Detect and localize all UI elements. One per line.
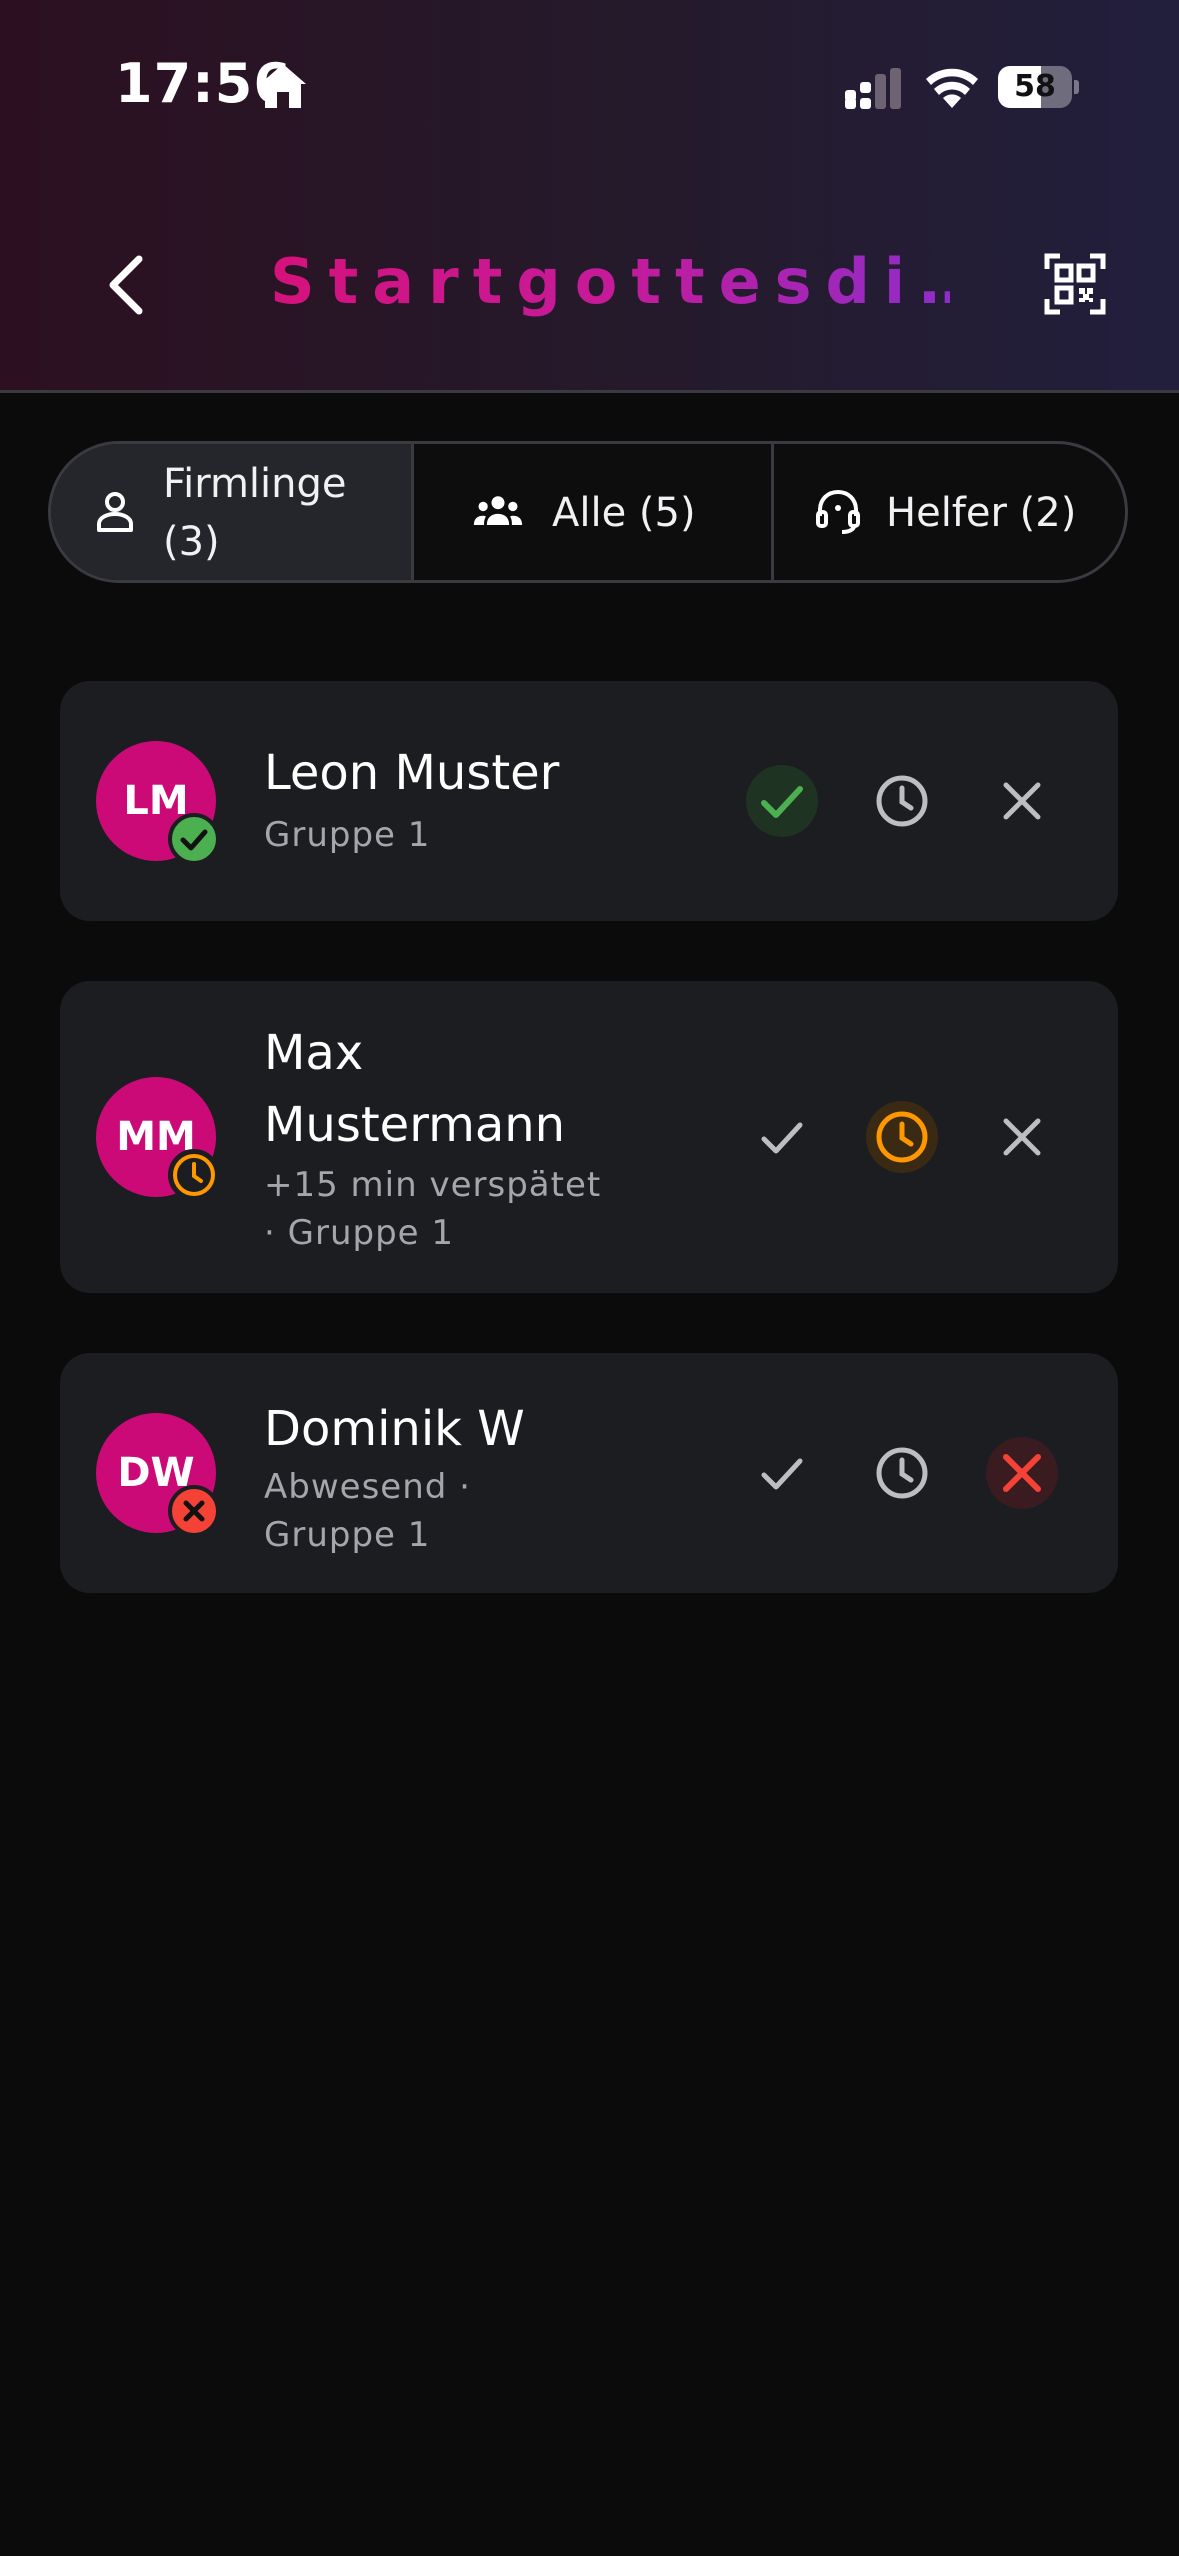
battery-body: 58 [998,66,1072,108]
mark-absent-button[interactable] [986,1437,1058,1509]
home-icon [260,64,306,108]
segmented-filter: Firmlinge (3) Alle (5) Helfer (2) [48,441,1128,583]
mark-present-button[interactable] [746,1101,818,1173]
check-icon [761,786,803,818]
chevron-left-icon [109,255,143,315]
tab-alle[interactable]: Alle (5) [411,444,771,580]
participant-name-first: Max [264,1025,364,1081]
battery-percent: 58 [1014,69,1056,104]
participant-name-last: Mustermann [264,1097,566,1153]
check-icon [761,1458,803,1490]
clock-icon [876,1111,928,1163]
tab-firmlinge[interactable]: Firmlinge (3) [51,444,411,580]
participant-group: Gruppe 1 [264,1515,431,1555]
participant-group: Gruppe 1 [264,815,431,855]
clock-icon [173,1154,215,1196]
person-icon [97,492,133,532]
participant-name: Leon Muster [264,745,560,801]
page-title: Startgottesdi… [270,245,996,318]
close-icon [1003,782,1041,820]
mark-late-button[interactable] [866,765,938,837]
battery-indicator: 58 [998,66,1079,108]
tab-firmlinge-label-2: (3) [163,519,220,565]
tab-firmlinge-label-1: Firmlinge [163,461,347,507]
cellular-signal-icon [845,68,901,109]
check-icon [180,829,208,851]
mark-absent-button[interactable] [986,765,1058,837]
mark-late-button[interactable] [866,1101,938,1173]
headset-icon [816,489,860,534]
participant-absent-info: Abwesend · [264,1467,471,1507]
close-icon [1003,1454,1041,1492]
late-badge [168,1149,220,1201]
clock-icon [876,775,928,827]
participant-late-info: +15 min verspätet [264,1165,602,1205]
check-icon [761,1122,803,1154]
present-badge [168,813,220,865]
clock-icon [876,1447,928,1499]
qr-code-icon [1044,253,1106,315]
tab-alle-label: Alle (5) [552,490,696,536]
mark-present-button[interactable] [746,1437,818,1509]
wifi-icon [926,68,978,108]
close-icon [1003,1118,1041,1156]
participant-group: · Gruppe 1 [264,1213,455,1253]
participant-card[interactable]: MM Max Mustermann +15 min verspätet · Gr… [60,981,1118,1293]
back-button[interactable] [95,245,155,325]
absent-badge [168,1485,220,1537]
mark-late-button[interactable] [866,1437,938,1509]
participant-card[interactable]: DW Dominik W Abwesend · Gruppe 1 [60,1353,1118,1593]
participant-card[interactable]: LM Leon Muster Gruppe 1 [60,681,1118,921]
mark-absent-button[interactable] [986,1101,1058,1173]
mark-present-button[interactable] [746,765,818,837]
app-header: 17:56 58 Startgottesdi… [0,0,1179,393]
battery-nub [1074,80,1079,94]
qr-scan-button[interactable] [1044,253,1106,315]
close-icon [183,1500,205,1522]
tab-helfer[interactable]: Helfer (2) [771,444,1125,580]
tab-helfer-label: Helfer (2) [886,490,1077,536]
participant-name: Dominik W [264,1401,525,1457]
group-icon [473,496,523,525]
